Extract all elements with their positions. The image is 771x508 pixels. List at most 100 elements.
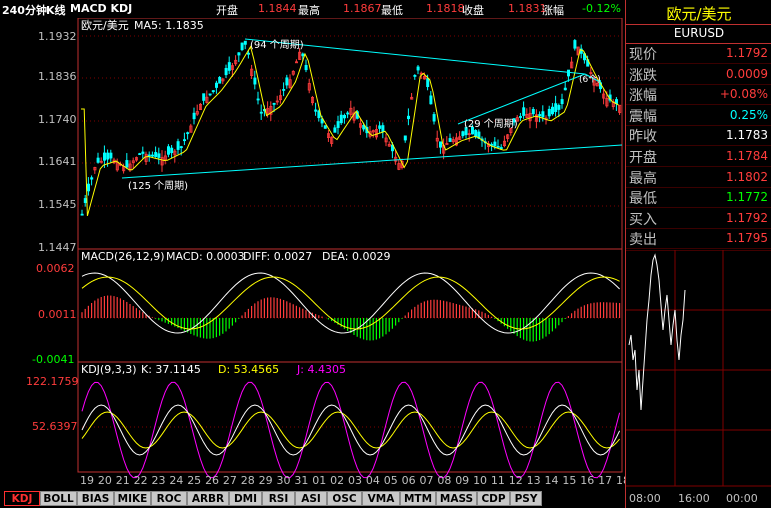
quote-row-label: 昨收	[629, 129, 657, 146]
high-value: 1.1867	[343, 2, 382, 15]
low-value: 1.1818	[426, 2, 465, 15]
x-tick-label: 30	[277, 474, 291, 487]
change-label: 涨幅	[542, 4, 564, 17]
y-tick-label: 1.1641	[38, 155, 77, 168]
kdj-frame	[77, 361, 623, 473]
x-tick-label: 23	[151, 474, 165, 487]
quote-row: 涨幅 +0.08%	[626, 84, 771, 106]
macd-dea-value: DEA: 0.0029	[322, 250, 390, 263]
quote-row-value: +0.08%	[719, 87, 768, 102]
indicator-tab-mtm[interactable]: MTM	[400, 491, 436, 506]
quote-row-label: 卖出	[629, 232, 657, 249]
indicators-label[interactable]: MACD KDJ	[70, 2, 132, 15]
time-label: 00:00	[726, 492, 758, 505]
indicator-tab-roc[interactable]: ROC	[151, 491, 187, 506]
y-tick-label: 1.1932	[38, 30, 77, 43]
cycle-annotation: (6个)	[579, 74, 601, 85]
lower-trendline[interactable]	[121, 144, 623, 179]
indicator-tab-rsi[interactable]: RSI	[262, 491, 295, 506]
cycle-annotation: (29 个周期)	[464, 118, 518, 130]
indicator-tab-vma[interactable]: VMA	[362, 491, 400, 506]
macd-histogram	[81, 295, 621, 342]
quote-row-value: 1.1802	[726, 169, 768, 184]
price-axis: 1.1932 1.1836 1.1740 1.1641 1.1545 1.144…	[38, 30, 77, 254]
x-tick-label: 11	[491, 474, 505, 487]
quote-row: 买入 1.1792	[626, 208, 771, 229]
x-tick-label: 05	[384, 474, 398, 487]
tick-price-line	[628, 253, 686, 411]
quote-row-label: 最高	[629, 170, 657, 187]
y-tick-label: 1.1740	[38, 113, 77, 126]
quote-row: 涨跌 0.0009	[626, 64, 771, 85]
quote-row-value: 0.25%	[729, 107, 768, 122]
macd-value: MACD: 0.0003	[166, 250, 245, 263]
quote-row-value: 1.1784	[726, 149, 768, 163]
quote-symbol-code: EURUSD	[673, 26, 725, 40]
quote-row: 昨收 1.1783	[626, 125, 771, 147]
indicator-tab-cdp[interactable]: CDP	[477, 491, 510, 506]
indicator-tab-psy[interactable]: PSY	[510, 491, 542, 506]
quote-row-value: 1.1783	[726, 128, 768, 143]
quote-row-label: 涨跌	[629, 67, 657, 84]
macd-y-tick: 0.0011	[38, 308, 77, 321]
indicator-tab-boll[interactable]: BOLL	[40, 491, 77, 506]
ma5-label: MA5: 1.1835	[134, 19, 204, 32]
quote-row-label: 开盘	[629, 150, 657, 166]
quote-row-value: 1.1792	[726, 210, 768, 225]
high-label: 最高	[298, 4, 320, 17]
x-tick-label: 14	[545, 474, 559, 487]
quote-row-label: 涨幅	[629, 88, 657, 105]
close-value: 1.1831	[508, 2, 547, 15]
x-tick-label: 06	[402, 474, 416, 487]
x-tick-label: 22	[134, 474, 148, 487]
indicator-tab-mass[interactable]: MASS	[436, 491, 477, 506]
indicator-tab-asi[interactable]: ASI	[295, 491, 327, 506]
quote-row-value: 1.1795	[726, 231, 768, 246]
quote-row-value: 1.1792	[726, 46, 768, 60]
indicator-tab-osc[interactable]: OSC	[327, 491, 362, 506]
macd-y-tick: 0.0062	[36, 262, 75, 275]
quote-title-row: 欧元/美元	[626, 0, 771, 25]
x-tick-label: 13	[527, 474, 541, 487]
chart-type-label[interactable]: K线	[46, 2, 66, 18]
quote-row: 卖出 1.1795	[626, 228, 771, 250]
kdj-j-value: J: 4.4305	[296, 363, 346, 376]
time-label: 08:00	[629, 492, 661, 505]
period-label[interactable]: 240分钟	[2, 2, 47, 18]
quote-row-value: 0.0009	[726, 66, 768, 81]
kdj-k-value: K: 37.1145	[141, 363, 201, 376]
cycle-annotation: (125 个周期)	[128, 180, 188, 192]
indicator-tab-dmi[interactable]: DMI	[229, 491, 262, 506]
cycle-annotation: (94 个周期)	[250, 39, 304, 51]
x-tick-label: 27	[223, 474, 237, 487]
quote-row: 开盘 1.1784	[626, 146, 771, 167]
intraday-tick-chart[interactable]	[626, 250, 771, 490]
indicator-tab-mike[interactable]: MIKE	[114, 491, 151, 506]
low-label: 最低	[381, 4, 403, 17]
kdj-y-tick: 122.1759	[26, 375, 79, 388]
quote-symbol-name: 欧元/美元	[666, 5, 732, 23]
indicator-tab-bias[interactable]: BIAS	[77, 491, 114, 506]
x-tick-label: 24	[169, 474, 183, 487]
date-axis: 19 20 21 22 23 24 25 26 27 28 29 30 31 01 02 03 04 05 06 07…	[80, 474, 625, 487]
chart-header-bar: 240分钟 K线 MACD KDJ 开盘 1.1844 最高 1.1867 最低…	[0, 0, 625, 18]
x-tick-label: 12	[509, 474, 523, 487]
chart-area[interactable]: 欧元/美元 MA5: 1.1835 1.1932 1.1836 1.1740 1…	[0, 18, 625, 489]
open-label: 开盘	[216, 4, 238, 17]
tick-grid	[626, 250, 771, 487]
quote-row: 震幅 0.25%	[626, 105, 771, 126]
kdj-y-tick: 52.6397	[32, 420, 78, 433]
indicator-tab-kdj[interactable]: KDJ	[4, 491, 40, 506]
indicator-tab-bar: KDJ BOLL BIAS MIKE ROC ARBR DMI RSI ASI OSC VMA MTM…	[0, 489, 625, 508]
x-tick-label: 04	[366, 474, 380, 487]
indicator-tab-arbr[interactable]: ARBR	[187, 491, 229, 506]
x-tick-label: 29	[259, 474, 273, 487]
x-tick-label: 17	[598, 474, 612, 487]
y-tick-label: 1.1447	[38, 241, 77, 254]
x-tick-label: 01	[312, 474, 326, 487]
y-tick-label: 1.1545	[38, 198, 77, 211]
x-tick-label: 08	[437, 474, 451, 487]
x-tick-label: 10	[473, 474, 487, 487]
x-tick-label: 03	[348, 474, 362, 487]
symbol-label: 欧元/美元	[81, 19, 129, 32]
